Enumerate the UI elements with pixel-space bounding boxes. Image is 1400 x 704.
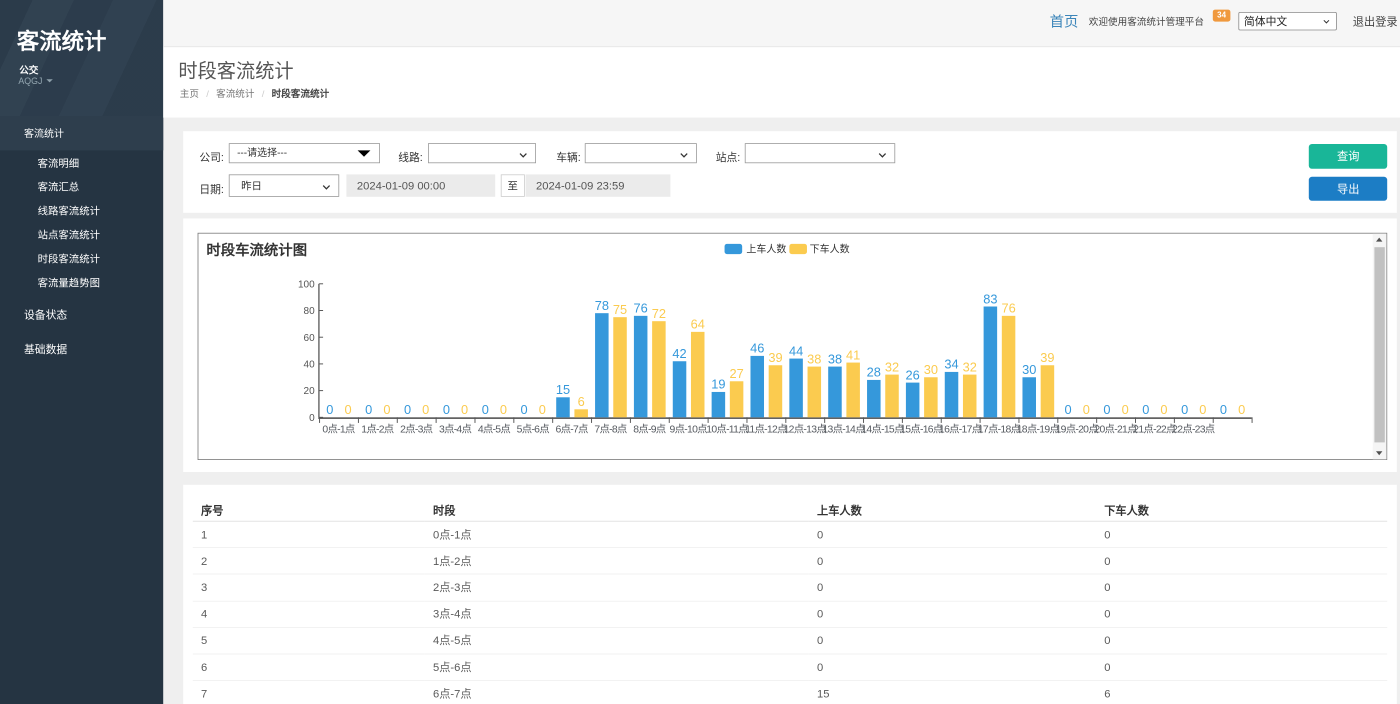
svg-text:20: 20	[303, 386, 315, 397]
svg-text:14点-15点: 14点-15点	[861, 424, 904, 436]
svg-text:21点-22点: 21点-22点	[1133, 424, 1176, 436]
svg-text:0: 0	[482, 402, 489, 417]
svg-text:0: 0	[422, 402, 429, 417]
svg-text:0: 0	[1121, 402, 1128, 417]
svg-text:30: 30	[1022, 362, 1036, 377]
svg-text:60: 60	[303, 333, 315, 344]
svg-text:32: 32	[963, 360, 977, 375]
svg-text:2点-3点: 2点-3点	[400, 424, 433, 436]
svg-text:1点-2点: 1点-2点	[361, 424, 394, 436]
svg-text:8点-9点: 8点-9点	[633, 424, 666, 436]
svg-text:17点-18点: 17点-18点	[978, 424, 1021, 436]
svg-text:34: 34	[944, 357, 958, 372]
svg-text:0: 0	[539, 402, 546, 417]
svg-text:0: 0	[1064, 402, 1071, 417]
svg-text:39: 39	[768, 350, 782, 365]
svg-text:0: 0	[1142, 402, 1149, 417]
svg-text:11点-12点: 11点-12点	[745, 424, 787, 436]
svg-text:100: 100	[298, 280, 315, 291]
svg-text:64: 64	[691, 317, 705, 332]
svg-text:6点-7点: 6点-7点	[555, 424, 588, 436]
svg-text:0: 0	[500, 402, 507, 417]
svg-text:0: 0	[1199, 402, 1206, 417]
svg-text:0: 0	[1103, 402, 1110, 417]
svg-text:5点-6点: 5点-6点	[517, 424, 550, 436]
svg-text:27: 27	[729, 366, 743, 381]
svg-text:28: 28	[867, 365, 881, 380]
svg-text:18点-19点: 18点-19点	[1017, 424, 1060, 436]
svg-text:0: 0	[1181, 402, 1188, 417]
svg-text:下车人数: 下车人数	[810, 243, 850, 256]
svg-text:13点-14点: 13点-14点	[822, 424, 865, 436]
svg-text:83: 83	[983, 291, 997, 306]
svg-text:0: 0	[326, 402, 333, 417]
svg-text:7点-8点: 7点-8点	[594, 424, 627, 436]
svg-text:80: 80	[303, 306, 315, 317]
svg-text:4点-5点: 4点-5点	[478, 424, 511, 436]
svg-text:44: 44	[789, 344, 803, 359]
svg-text:3点-4点: 3点-4点	[439, 424, 472, 436]
svg-text:32: 32	[885, 360, 899, 375]
svg-text:78: 78	[595, 298, 609, 313]
svg-text:16点-17点: 16点-17点	[939, 424, 982, 436]
svg-text:0: 0	[365, 402, 372, 417]
svg-text:19: 19	[711, 377, 725, 392]
svg-text:0: 0	[383, 402, 390, 417]
svg-text:6: 6	[578, 394, 585, 409]
svg-text:0点-1点: 0点-1点	[322, 424, 355, 436]
svg-text:42: 42	[672, 346, 686, 361]
svg-text:72: 72	[652, 306, 666, 321]
svg-text:15: 15	[556, 382, 570, 397]
svg-text:39: 39	[1040, 350, 1054, 365]
svg-text:0: 0	[520, 402, 527, 417]
svg-text:19点-20点: 19点-20点	[1056, 424, 1099, 436]
svg-text:41: 41	[846, 348, 860, 363]
svg-text:0: 0	[1238, 402, 1245, 417]
svg-text:40: 40	[303, 360, 315, 371]
svg-text:22点-23点: 22点-23点	[1172, 424, 1215, 436]
svg-text:30: 30	[924, 362, 938, 377]
svg-text:0: 0	[1083, 402, 1090, 417]
svg-text:38: 38	[828, 352, 842, 367]
svg-text:26: 26	[905, 368, 919, 383]
svg-text:76: 76	[633, 301, 647, 316]
svg-text:15点-16点: 15点-16点	[900, 424, 943, 436]
svg-text:0: 0	[309, 413, 315, 424]
svg-text:0: 0	[1220, 402, 1227, 417]
svg-text:38: 38	[807, 352, 821, 367]
svg-text:20点-21点: 20点-21点	[1094, 424, 1137, 436]
svg-text:9点-10点: 9点-10点	[669, 424, 707, 436]
svg-text:46: 46	[750, 341, 764, 356]
svg-text:上车人数: 上车人数	[746, 243, 786, 256]
svg-text:0: 0	[404, 402, 411, 417]
svg-text:12点-13点: 12点-13点	[784, 424, 827, 436]
svg-text:0: 0	[344, 402, 351, 417]
svg-text:0: 0	[461, 402, 468, 417]
svg-text:0: 0	[443, 402, 450, 417]
svg-text:75: 75	[613, 302, 627, 317]
svg-text:0: 0	[1160, 402, 1167, 417]
svg-text:10点-11点: 10点-11点	[706, 424, 748, 436]
svg-text:76: 76	[1001, 301, 1015, 316]
